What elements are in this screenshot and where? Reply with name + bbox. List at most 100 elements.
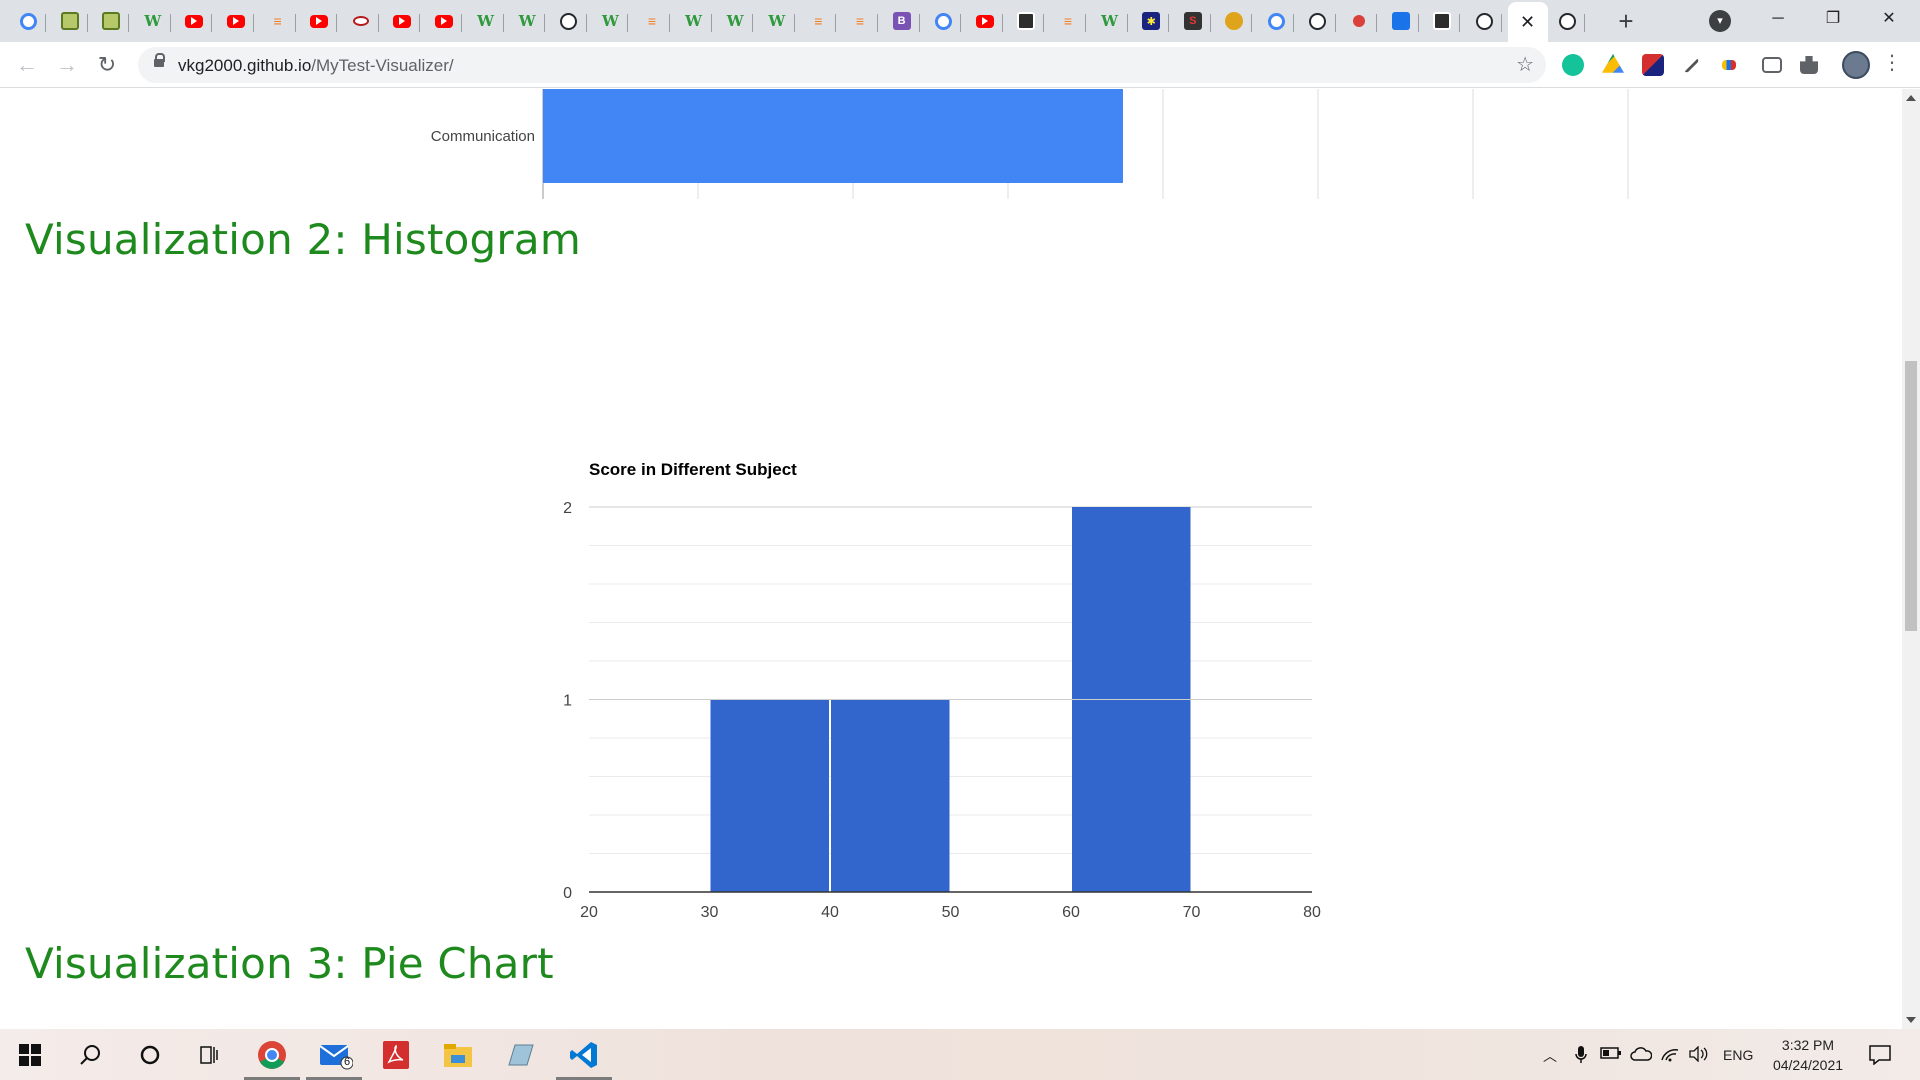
browser-tab[interactable] [1008,4,1045,38]
browser-tab[interactable] [10,4,46,38]
url-text[interactable]: vkg2000.github.io/MyTest-Visualizer/ [178,56,454,76]
browser-tab[interactable]: ✱ [1133,4,1170,38]
onedrive-icon[interactable] [1630,1046,1653,1065]
eyedropper-extension-icon[interactable] [1682,56,1700,74]
browser-tab[interactable] [52,4,88,38]
browser-tab[interactable] [1466,4,1502,38]
address-bar[interactable]: vkg2000.github.io/MyTest-Visualizer/ ☆ [138,47,1546,83]
browser-tab[interactable] [1300,4,1336,38]
browser-tab[interactable]: ≡ [634,4,670,38]
forward-button[interactable]: → [52,50,82,80]
scrollbar-thumb[interactable] [1905,361,1917,631]
clock-time[interactable]: 3:32 PM [1768,1037,1848,1053]
browser-tab[interactable] [343,4,379,38]
browser-menu-icon[interactable]: ⋮ [1882,50,1902,75]
record-icon [1353,15,1366,27]
browser-tab[interactable]: W [1092,4,1128,38]
profile-avatar[interactable] [1842,51,1870,79]
new-tab-button[interactable]: + [1612,8,1640,36]
close-icon[interactable]: ✕ [1520,12,1535,33]
drive-extension-icon[interactable] [1602,54,1624,73]
browser-tab[interactable]: W [468,4,504,38]
extensions-puzzle-icon[interactable] [1800,56,1818,74]
tab-separator [1293,14,1294,32]
camera-extension-icon[interactable] [1762,57,1782,73]
browser-tab[interactable]: W [592,4,629,38]
browser-tab[interactable]: W [717,4,754,38]
chrome-taskbar-icon[interactable] [254,1037,290,1073]
browser-tab[interactable] [1216,4,1253,38]
grammarly-extension-icon[interactable] [1562,54,1584,76]
restore-button[interactable]: ❐ [1810,4,1856,34]
page-scrollbar[interactable] [1902,89,1920,1029]
bookmark-star-icon[interactable]: ☆ [1516,52,1534,77]
browser-tab[interactable] [925,4,962,38]
tab-separator [1168,14,1170,32]
tab-search-button[interactable]: ▾ [1709,10,1731,32]
rs-icon: S [1183,12,1202,30]
browser-tab[interactable]: S [1175,4,1211,38]
scroll-up-arrow-icon[interactable] [1906,95,1916,101]
browser-tab[interactable] [1424,4,1461,38]
tab-separator [377,14,379,32]
browser-tab[interactable] [301,4,338,38]
browser-tab[interactable] [1549,4,1586,38]
browser-tab[interactable] [218,4,254,38]
clock-date[interactable]: 04/24/2021 [1760,1057,1856,1073]
browser-tab[interactable] [384,4,421,38]
browser-tab[interactable] [176,4,213,38]
colors-extension-icon[interactable] [1722,60,1736,70]
browser-tab[interactable]: W [759,4,795,38]
browser-tab[interactable] [93,4,130,38]
file-explorer-taskbar-icon[interactable] [440,1037,476,1073]
window-close-button[interactable]: ✕ [1866,4,1912,34]
tab-separator [544,14,546,32]
browser-tab-active[interactable]: ✕ [1507,2,1548,42]
tray-chevron-icon[interactable]: ︿ [1543,1046,1557,1066]
browser-tab[interactable] [1341,4,1378,38]
lock-icon[interactable] [154,53,165,67]
wifi-icon[interactable] [1660,1046,1680,1065]
search-icon[interactable] [72,1037,108,1073]
vscode-taskbar-icon[interactable] [566,1037,602,1073]
browser-tab[interactable]: W [676,4,712,38]
browser-tab[interactable] [426,4,462,38]
histogram-x-tick-label: 60 [1062,904,1080,919]
task-view-icon[interactable] [192,1037,228,1073]
browser-tab[interactable]: ≡ [800,4,837,38]
browser-tab[interactable] [967,4,1003,38]
browser-tab[interactable] [1258,4,1294,38]
battery-icon[interactable] [1600,1046,1622,1063]
back-button[interactable]: ← [12,50,42,80]
volume-icon[interactable] [1688,1045,1710,1065]
notepad-taskbar-icon[interactable] [502,1037,538,1073]
notification-center-icon[interactable] [1862,1037,1898,1073]
browser-tab[interactable]: B [884,4,920,38]
browser-tab[interactable]: ≡ [842,4,878,38]
mail-taskbar-icon[interactable]: 6 [318,1037,354,1073]
language-indicator[interactable]: ENG [1723,1047,1753,1063]
browser-tab[interactable]: W [135,4,171,38]
reload-button[interactable]: ↻ [92,50,122,80]
scroll-down-arrow-icon[interactable] [1906,1017,1916,1023]
microphone-icon[interactable] [1575,1046,1587,1067]
windows-start-icon[interactable] [12,1037,48,1073]
tab-separator [752,14,754,32]
cortana-icon[interactable] [132,1037,168,1073]
browser-tab[interactable] [1383,4,1419,38]
github-icon [1558,12,1576,30]
acrobat-taskbar-icon[interactable] [378,1037,414,1073]
browser-tab[interactable]: ≡ [260,4,296,38]
browser-tab[interactable] [551,4,587,38]
browser-tab[interactable]: ≡ [1050,4,1086,38]
w-icon: W [685,12,703,30]
tab-separator [1085,14,1086,32]
mail-badge-count: 6 [344,1056,351,1068]
browser-tab[interactable]: W [509,4,546,38]
slash-extension-icon[interactable] [1642,54,1664,76]
stackoverflow-icon: ≡ [814,13,823,29]
bootstrap-icon: B [892,12,911,30]
previous-bar-chart: Communication [431,89,1629,199]
minimize-button[interactable]: ─ [1755,4,1801,34]
w-icon: W [601,12,619,30]
